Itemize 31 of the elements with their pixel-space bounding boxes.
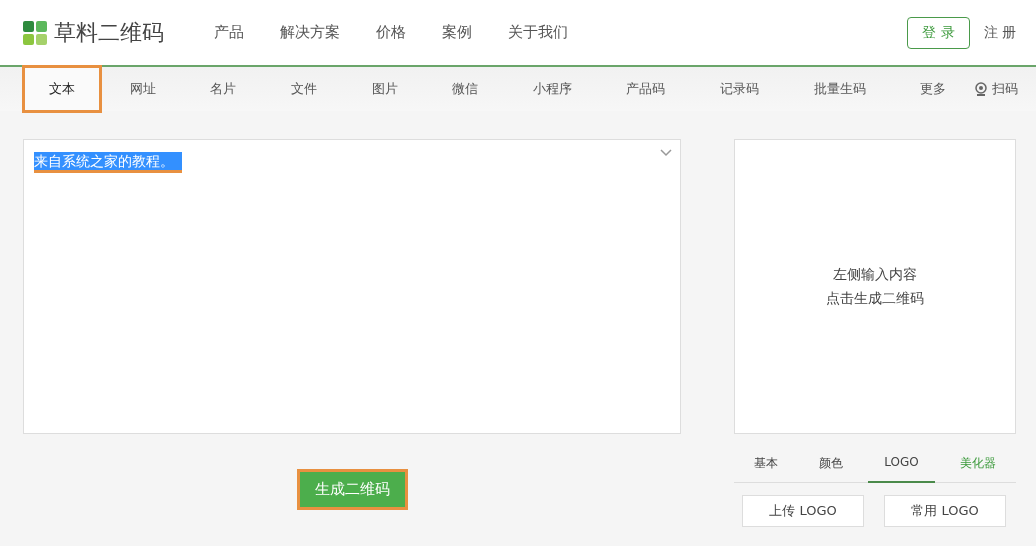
nav-link[interactable]: 案例: [442, 23, 472, 42]
webcam-icon: [973, 82, 988, 96]
logo-button[interactable]: 常用 LOGO: [884, 495, 1006, 527]
nav-link[interactable]: 价格: [376, 23, 406, 42]
type-tab[interactable]: 图片: [344, 65, 425, 113]
type-tab[interactable]: 记录码: [693, 65, 786, 113]
type-tab[interactable]: 名片: [183, 65, 264, 113]
settings-tab[interactable]: 基本: [738, 446, 795, 483]
nav-link[interactable]: 产品: [214, 23, 244, 42]
logo-icon: [22, 19, 48, 46]
register-link[interactable]: 注 册: [983, 23, 1016, 42]
input-text: 来自系统之家的教程。: [34, 152, 182, 173]
type-tab[interactable]: 更多: [893, 65, 974, 113]
chevron-down-icon[interactable]: [660, 149, 672, 157]
nav-link[interactable]: 关于我们: [508, 23, 568, 42]
type-tab[interactable]: 文本: [22, 65, 102, 113]
scan-link[interactable]: 扫码: [991, 80, 1018, 98]
logo-text: 草料二维码: [54, 18, 164, 47]
type-tab[interactable]: 产品码: [599, 65, 693, 113]
type-tab[interactable]: 文件: [263, 65, 344, 113]
type-tab[interactable]: 小程序: [505, 65, 599, 113]
settings-tab[interactable]: 颜色: [803, 446, 860, 483]
preview-hint: 点击生成二维码: [826, 289, 924, 308]
logo-button[interactable]: 上传 LOGO: [742, 495, 864, 527]
type-tab[interactable]: 微信: [425, 65, 506, 113]
settings-tab[interactable]: LOGO: [868, 446, 935, 483]
login-button[interactable]: 登 录: [907, 16, 970, 49]
nav-link[interactable]: 解决方案: [280, 23, 340, 42]
preview-hint: 左侧输入内容: [833, 265, 917, 284]
type-tab[interactable]: 批量生码: [786, 65, 893, 113]
type-tab[interactable]: 网址: [102, 65, 183, 113]
